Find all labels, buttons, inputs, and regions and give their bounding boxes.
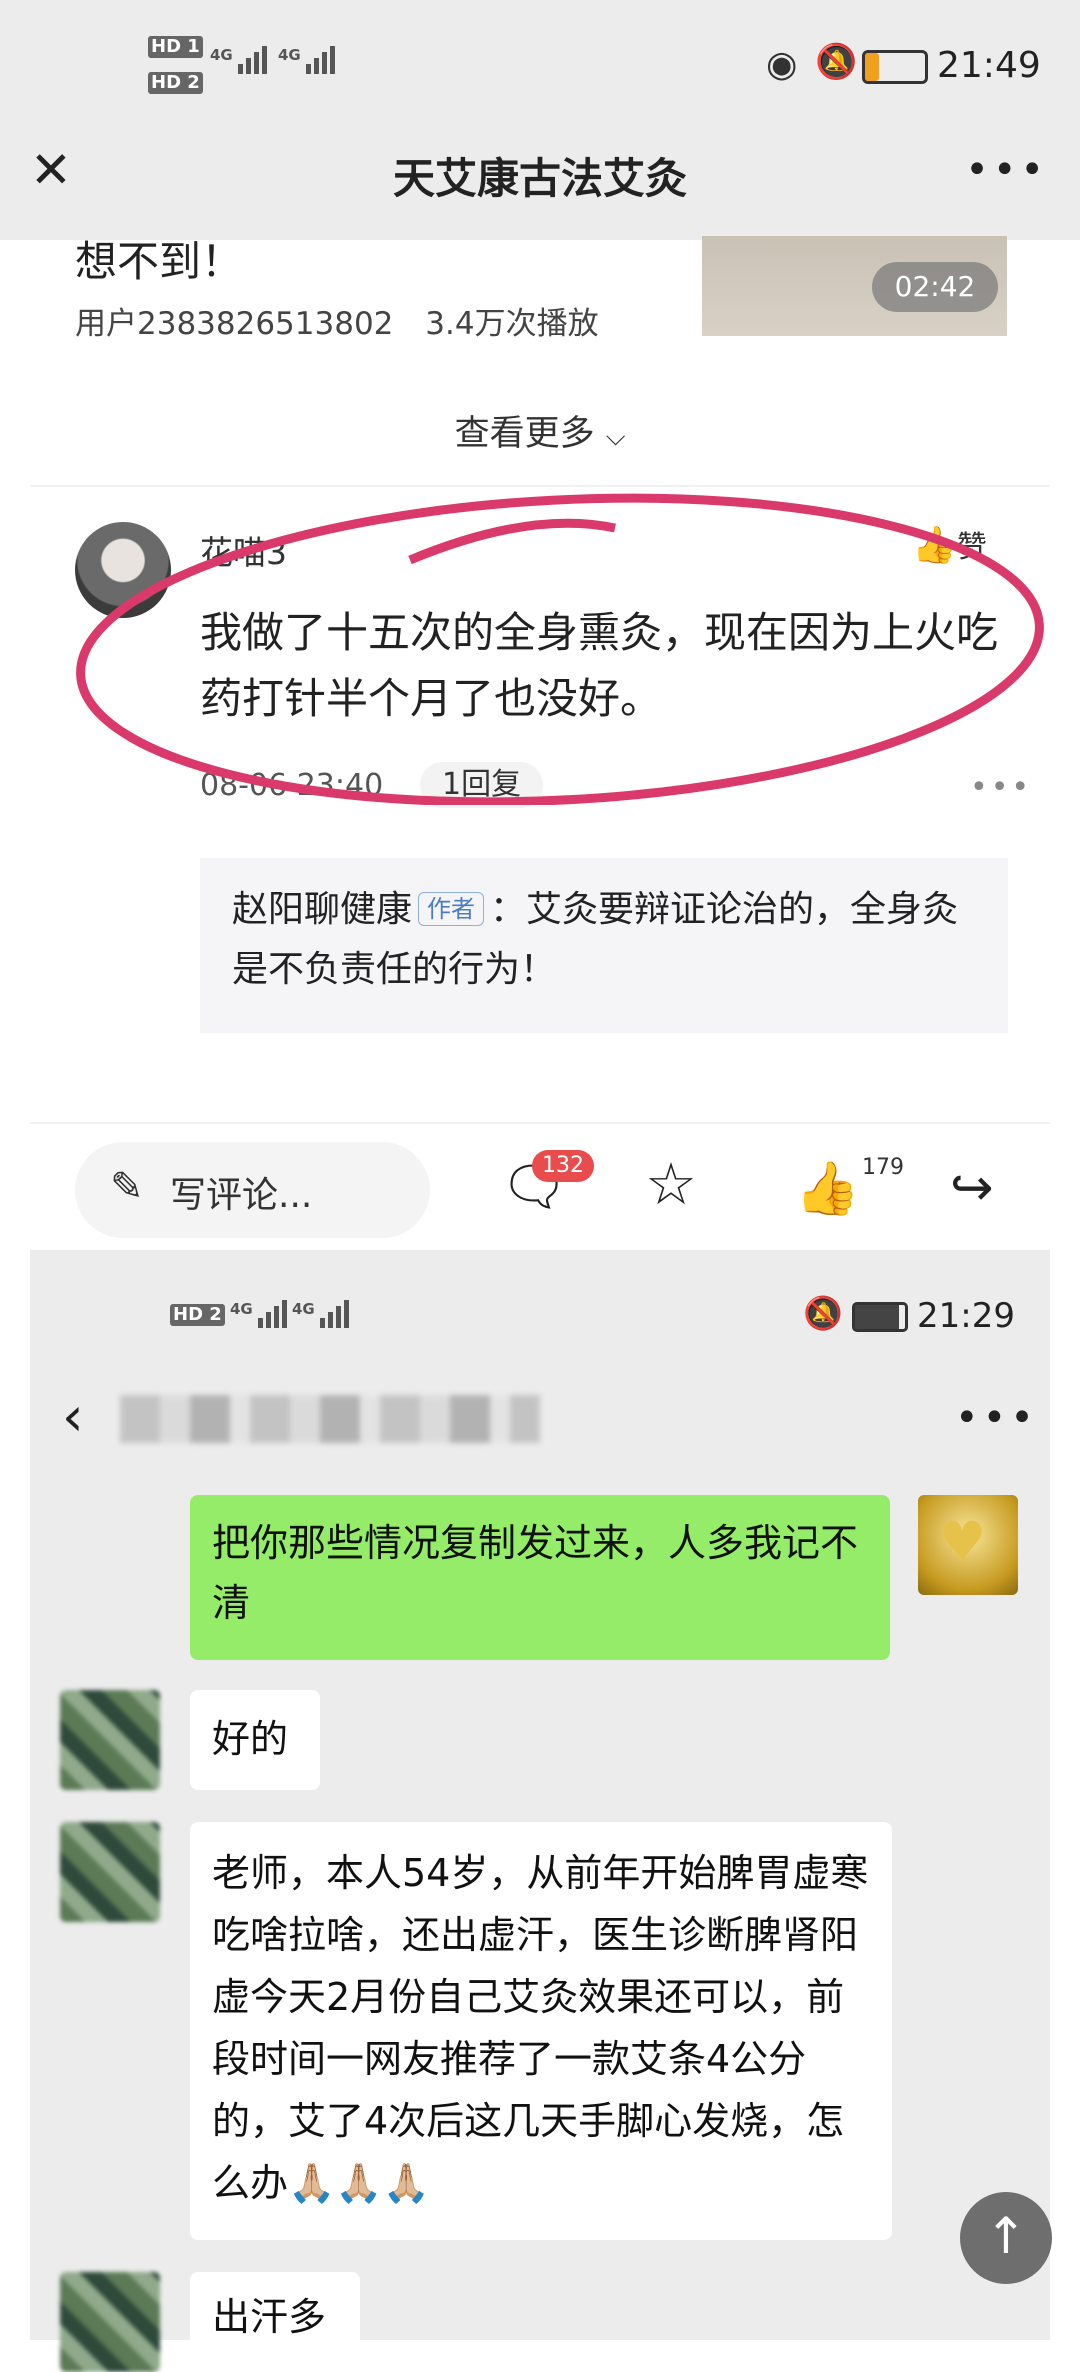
hd2-badge: HD 2 — [148, 72, 203, 94]
message-text: 出汗多 — [212, 2295, 327, 2339]
scroll-to-top-button[interactable]: ↑ — [960, 2192, 1052, 2284]
signal-icon: 4G — [230, 1300, 287, 1328]
mute-bell-icon: 🔕 — [803, 1294, 843, 1332]
signal-icon-2: 4G — [292, 1300, 349, 1328]
signal-icon-2: 4G — [278, 46, 335, 74]
page-title: 天艾康古法艾灸 — [392, 154, 687, 203]
blurred-contact-name — [120, 1395, 540, 1443]
hd-badge: HD 2 — [170, 1304, 225, 1326]
video-plays: 3.4万次播放 — [425, 306, 599, 342]
message-text: 把你那些情况复制发过来，人多我记不清 — [212, 1521, 859, 1625]
star-icon[interactable]: ☆ — [645, 1150, 697, 1218]
mute-bell-icon: 🔕 — [815, 42, 858, 82]
author-reply[interactable]: 赵阳聊健康 作者 ：艾灸要辩证论治的，全身灸是不负责任的行为！ — [200, 858, 1008, 1033]
message-text: 好的 — [212, 1717, 289, 1761]
message-text: 老师，本人54岁，从前年开始脾胃虚寒吃啥拉啥，还出虚汗，医生诊断脾肾阳虚今天2月… — [212, 1851, 869, 2205]
comment-count-badge: 132 — [532, 1150, 594, 1182]
heart-icon: ♥ — [938, 1510, 987, 1573]
status-time: 21:49 — [937, 45, 1041, 86]
arrow-up-icon: ↑ — [985, 2207, 1027, 2265]
chevron-down-icon: ⌵ — [605, 422, 626, 452]
avatar[interactable] — [60, 1690, 160, 1790]
eye-icon: ◉ — [766, 44, 798, 85]
message-bubble-me[interactable]: 把你那些情况复制发过来，人多我记不清 — [190, 1495, 890, 1660]
avatar[interactable] — [60, 2272, 160, 2372]
video-meta: 用户2383826513802 3.4万次播放 — [75, 298, 599, 343]
more-icon[interactable]: ••• — [965, 150, 1048, 190]
video-duration: 02:42 — [872, 262, 998, 312]
video-title[interactable]: 想不到！ — [75, 228, 243, 289]
more-icon[interactable]: ••• — [955, 1395, 1038, 1441]
pencil-icon: ✎ — [110, 1164, 144, 1210]
comment-placeholder: 写评论... — [170, 1175, 313, 1216]
back-icon[interactable]: ‹ — [62, 1385, 84, 1448]
signal-icon: 4G — [210, 46, 267, 74]
battery-icon — [852, 1302, 908, 1332]
comment-input[interactable]: ✎ 写评论... — [75, 1142, 430, 1238]
see-more-link[interactable]: 查看更多 ⌵ — [0, 405, 1080, 456]
reply-author[interactable]: 赵阳聊健康 — [232, 889, 412, 930]
status-time: 21:29 — [917, 1296, 1015, 1336]
avatar[interactable] — [60, 1822, 160, 1922]
message-bubble[interactable]: 老师，本人54岁，从前年开始脾胃虚寒吃啥拉啥，还出虚汗，医生诊断脾肾阳虚今天2月… — [190, 1822, 892, 2240]
video-user: 用户2383826513802 — [75, 306, 394, 342]
see-more-label: 查看更多 — [454, 414, 595, 454]
author-tag: 作者 — [418, 892, 485, 926]
share-icon[interactable]: ↪ — [950, 1158, 994, 1218]
red-circle-annotation — [76, 493, 1044, 805]
message-bubble[interactable]: 出汗多 — [190, 2272, 360, 2352]
thumbs-up-icon[interactable]: 👍 — [795, 1158, 860, 1219]
divider — [30, 1122, 1050, 1124]
hd1-badge: HD 1 — [148, 36, 203, 58]
message-bubble[interactable]: 好的 — [190, 1690, 320, 1790]
battery-icon — [862, 50, 928, 84]
like-count: 179 — [862, 1155, 904, 1180]
